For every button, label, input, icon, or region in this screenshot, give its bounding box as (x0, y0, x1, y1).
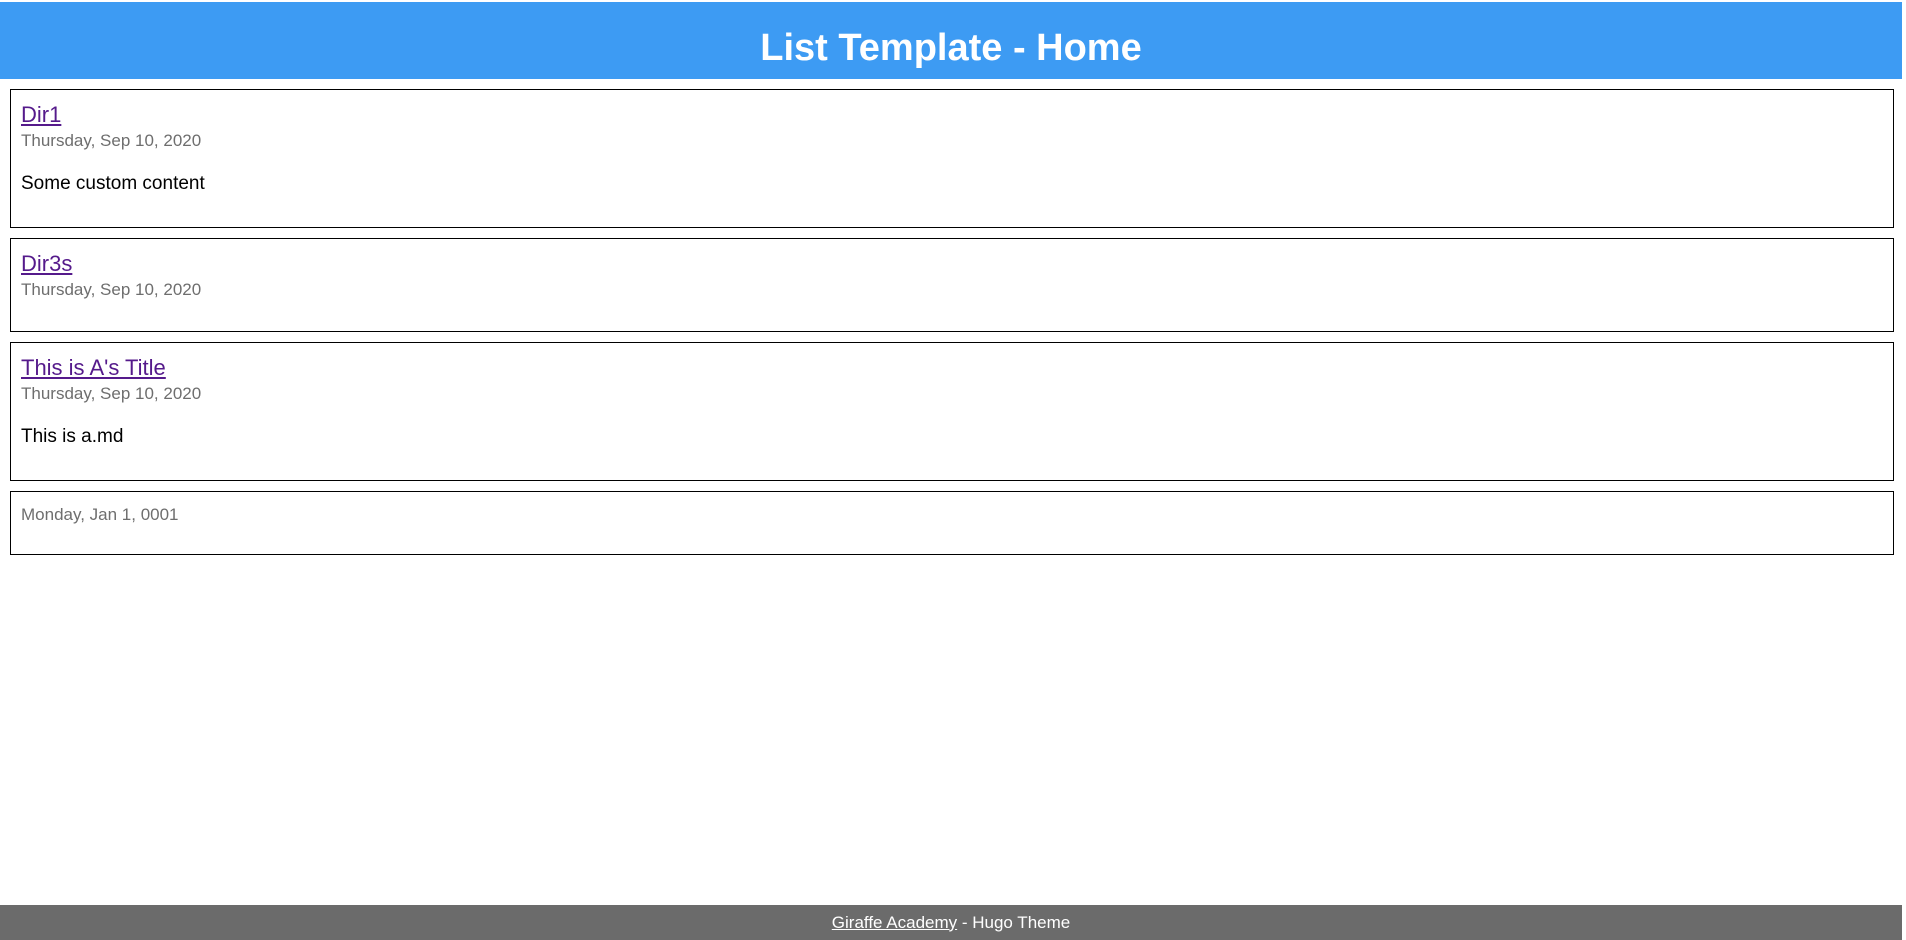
footer-suffix: - Hugo Theme (957, 912, 1071, 932)
post-title-link[interactable]: Dir3s (21, 251, 72, 277)
post-card: This is A's Title Thursday, Sep 10, 2020… (10, 342, 1894, 481)
post-card: Dir3s Thursday, Sep 10, 2020 (10, 238, 1894, 332)
footer-link[interactable]: Giraffe Academy (832, 913, 957, 933)
post-card: Dir1 Thursday, Sep 10, 2020 Some custom … (10, 89, 1894, 228)
post-card: Monday, Jan 1, 0001 (10, 491, 1894, 555)
post-title-link[interactable]: Dir1 (21, 102, 61, 128)
page-footer: Giraffe Academy - Hugo Theme (0, 905, 1902, 940)
post-date: Thursday, Sep 10, 2020 (21, 280, 202, 299)
post-summary: This is a.md (21, 426, 124, 447)
post-summary: Some custom content (21, 173, 205, 194)
post-date: Thursday, Sep 10, 2020 (21, 131, 202, 150)
post-date: Monday, Jan 1, 0001 (21, 505, 179, 524)
post-date: Thursday, Sep 10, 2020 (21, 384, 202, 403)
post-title-link[interactable]: This is A's Title (21, 355, 166, 381)
page-header: List Template - Home (0, 2, 1902, 79)
post-list: Dir1 Thursday, Sep 10, 2020 Some custom … (10, 89, 1894, 565)
page-title: List Template - Home (760, 27, 1142, 69)
page: List Template - Home Dir1 Thursday, Sep … (0, 0, 1906, 940)
